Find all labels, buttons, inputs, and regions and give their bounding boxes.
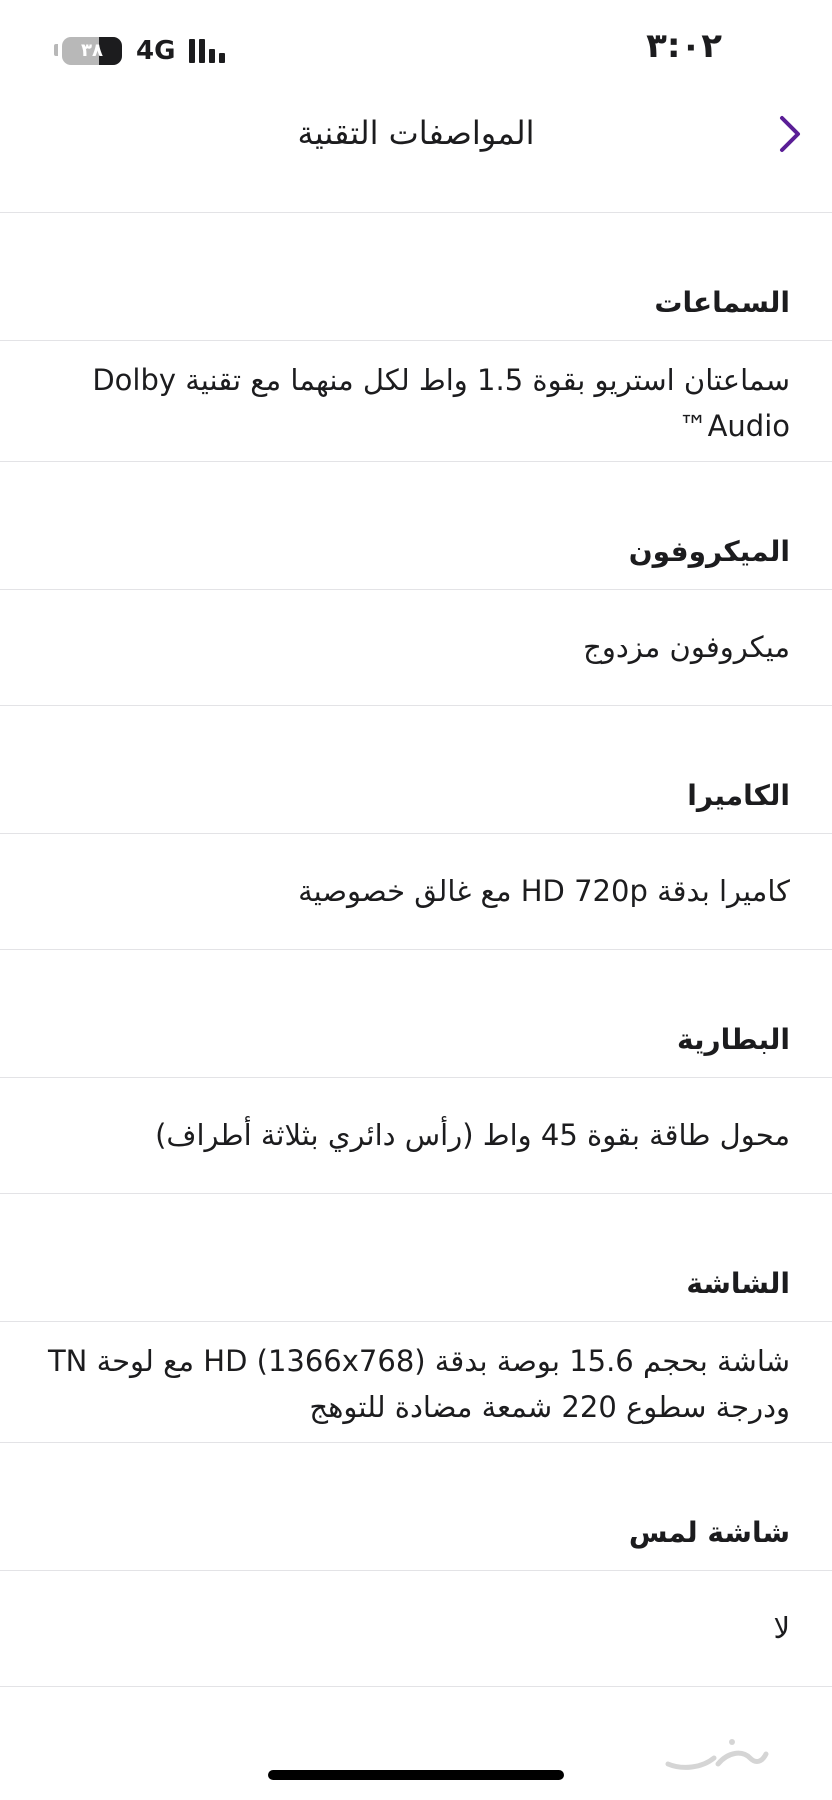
spec-value-camera: كاميرا بدقة HD 720p مع غالق خصوصية <box>0 834 832 950</box>
spec-value-display: شاشة بحجم 15.6 بوصة بدقة HD (1366x768) م… <box>0 1322 832 1443</box>
spec-value-microphone: ميكروفون مزدوج <box>0 590 832 706</box>
chevron-right-icon <box>780 116 800 152</box>
haraj-logo-watermark <box>665 1739 769 1770</box>
spec-heading-camera: الكاميرا <box>0 706 832 834</box>
page-title: المواصفات التقنية <box>297 114 535 152</box>
battery-icon: ٣٨ <box>62 37 122 65</box>
spec-heading-touchscreen: شاشة لمس <box>0 1443 832 1571</box>
status-indicators: ٣٨ 4G <box>62 34 226 68</box>
back-button[interactable] <box>768 110 812 158</box>
nav-header: المواصفات التقنية <box>0 100 832 213</box>
status-time: ٣:٠٢ <box>646 26 722 66</box>
spec-heading-microphone: الميكروفون <box>0 462 832 590</box>
status-bar: ٣:٠٢ ٣٨ 4G <box>0 0 832 100</box>
spec-heading-battery: البطارية <box>0 950 832 1078</box>
network-type: 4G <box>136 36 176 66</box>
spec-list: السماعات سماعتان استريو بقوة 1.5 واط لكل… <box>0 213 832 1687</box>
home-indicator[interactable] <box>268 1770 564 1780</box>
spec-value-speakers: سماعتان استريو بقوة 1.5 واط لكل منهما مع… <box>0 341 832 462</box>
spec-heading-speakers: السماعات <box>0 213 832 341</box>
battery-level: ٣٨ <box>81 40 103 61</box>
spec-value-touchscreen: لا <box>0 1571 832 1687</box>
spec-heading-display: الشاشة <box>0 1194 832 1322</box>
spec-value-battery: محول طاقة بقوة 45 واط (رأس دائري بثلاثة … <box>0 1078 832 1194</box>
battery-tip <box>54 44 58 56</box>
signal-bars-icon <box>189 39 226 63</box>
